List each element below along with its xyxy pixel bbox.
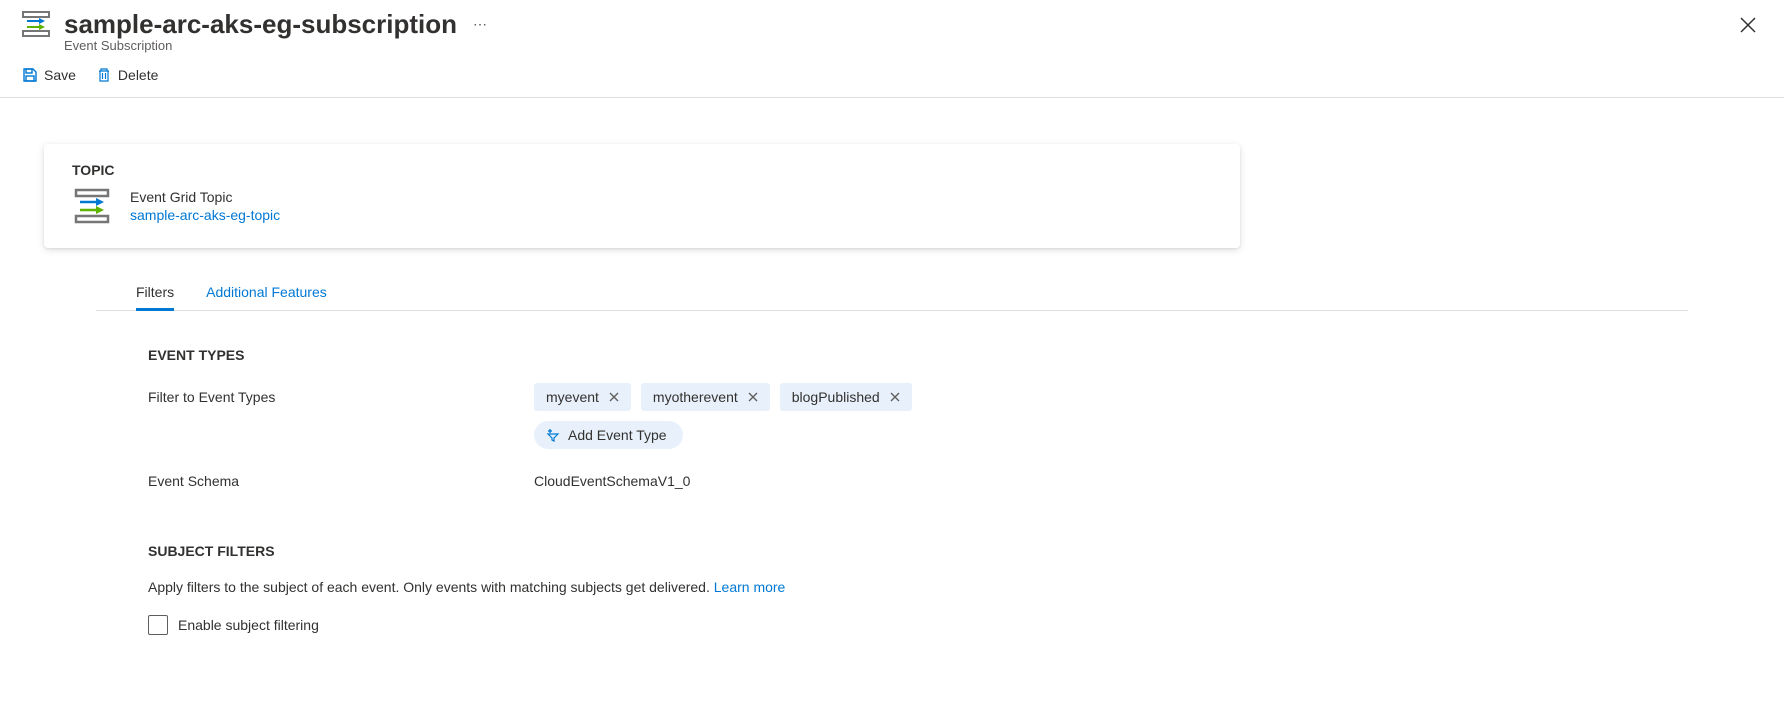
event-type-chip: blogPublished: [780, 383, 912, 411]
subject-filters-section: SUBJECT FILTERS Apply filters to the sub…: [96, 507, 1688, 635]
filter-to-event-types-row: Filter to Event Types myevent myothereve…: [148, 383, 1688, 449]
event-subscription-icon: [20, 8, 52, 40]
filter-to-event-types-value: myevent myotherevent blogPublished: [534, 383, 1688, 449]
subject-filters-desc-text: Apply filters to the subject of each eve…: [148, 579, 710, 595]
save-icon: [22, 67, 38, 83]
subject-filters-heading: SUBJECT FILTERS: [148, 543, 1688, 559]
toolbar: Save Delete: [0, 53, 1784, 98]
event-types-heading: EVENT TYPES: [148, 347, 1688, 363]
chip-remove-icon[interactable]: [890, 392, 900, 402]
event-type-chips: myevent myotherevent blogPublished: [534, 383, 1688, 411]
close-button[interactable]: [1736, 12, 1760, 43]
add-event-type-button[interactable]: Add Event Type: [534, 421, 683, 449]
event-types-section: EVENT TYPES Filter to Event Types myeven…: [96, 311, 1688, 489]
save-label: Save: [44, 67, 76, 83]
chip-label: myevent: [546, 389, 599, 405]
title-row: sample-arc-aks-eg-subscription ⋯: [20, 8, 1764, 40]
learn-more-link[interactable]: Learn more: [714, 579, 786, 595]
subject-filters-description: Apply filters to the subject of each eve…: [148, 579, 1688, 595]
chip-remove-icon[interactable]: [748, 392, 758, 402]
chip-label: myotherevent: [653, 389, 738, 405]
delete-label: Delete: [118, 67, 158, 83]
topic-type: Event Grid Topic: [130, 189, 280, 205]
tabs: Filters Additional Features: [96, 276, 1688, 311]
delete-icon: [96, 67, 112, 83]
page-header: sample-arc-aks-eg-subscription ⋯ Event S…: [0, 0, 1784, 53]
main-panel: Filters Additional Features EVENT TYPES …: [96, 248, 1688, 635]
add-event-type-label: Add Event Type: [568, 427, 667, 443]
chip-remove-icon[interactable]: [609, 392, 619, 402]
enable-subject-filtering-checkbox[interactable]: [148, 615, 168, 635]
enable-subject-filtering-label: Enable subject filtering: [178, 617, 319, 633]
enable-subject-filtering-row: Enable subject filtering: [148, 615, 1688, 635]
tab-filters[interactable]: Filters: [136, 276, 174, 310]
event-schema-row: Event Schema CloudEventSchemaV1_0: [148, 467, 1688, 489]
event-grid-topic-icon: [72, 186, 112, 226]
topic-content: Event Grid Topic sample-arc-aks-eg-topic: [72, 186, 1212, 226]
topic-card: TOPIC Event Grid Topic sample-arc-aks-eg…: [44, 144, 1240, 248]
more-icon[interactable]: ⋯: [469, 16, 493, 33]
add-filter-icon: [546, 428, 560, 442]
event-type-chip: myevent: [534, 383, 631, 411]
page-title: sample-arc-aks-eg-subscription: [64, 9, 457, 40]
event-schema-label: Event Schema: [148, 467, 534, 489]
save-button[interactable]: Save: [22, 67, 76, 83]
event-schema-value: CloudEventSchemaV1_0: [534, 467, 690, 489]
delete-button[interactable]: Delete: [96, 67, 158, 83]
topic-heading: TOPIC: [72, 162, 1212, 178]
filter-to-event-types-label: Filter to Event Types: [148, 383, 534, 405]
tab-additional-features[interactable]: Additional Features: [206, 276, 327, 310]
subtitle: Event Subscription: [64, 38, 1764, 53]
topic-info: Event Grid Topic sample-arc-aks-eg-topic: [130, 189, 280, 223]
event-type-chip: myotherevent: [641, 383, 770, 411]
topic-link[interactable]: sample-arc-aks-eg-topic: [130, 207, 280, 223]
chip-label: blogPublished: [792, 389, 880, 405]
